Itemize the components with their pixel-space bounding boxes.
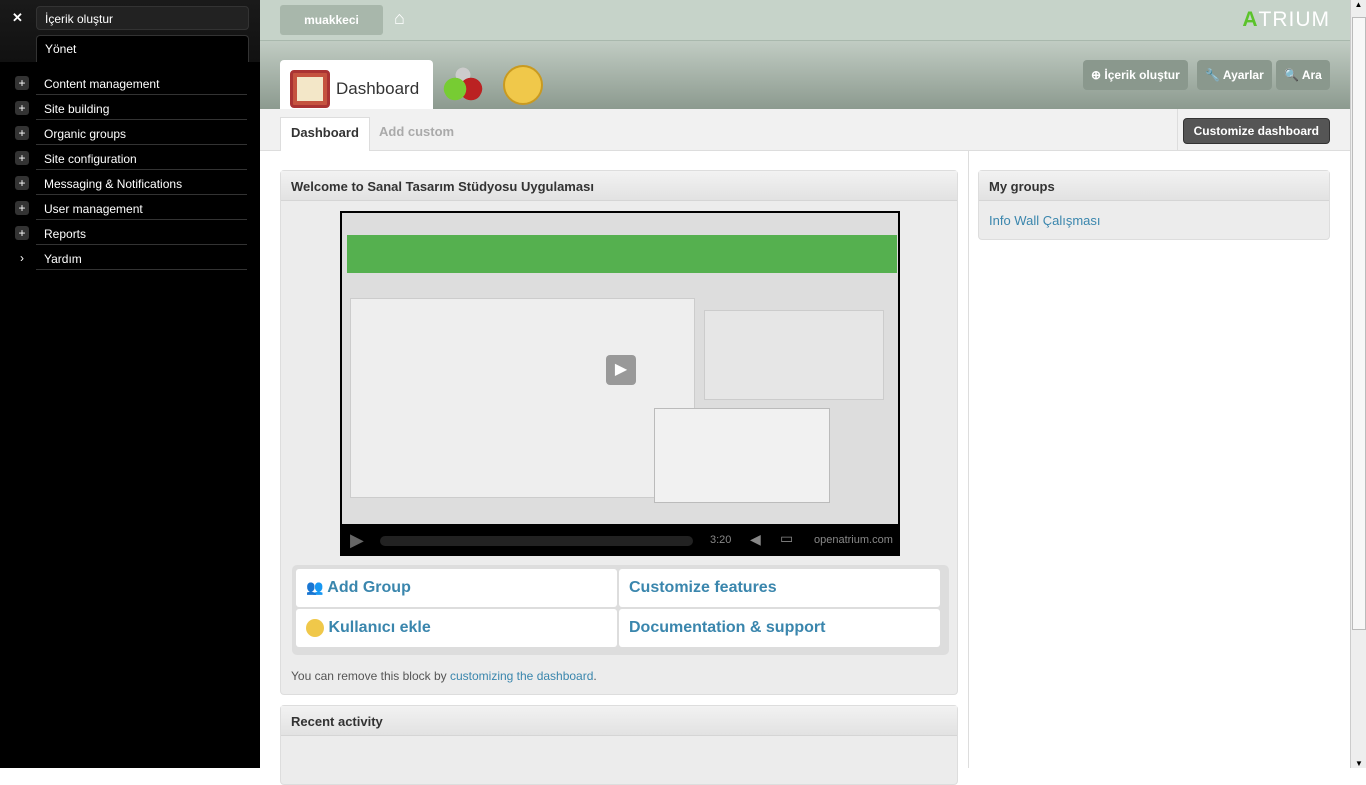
user-menu[interactable]: muakkeci [280,5,383,35]
documentation-link[interactable]: Documentation & support [619,609,940,647]
search-icon: 🔍 [1284,68,1299,82]
remove-note: You can remove this block by customizing… [291,669,597,683]
play-icon[interactable]: ▶ [350,530,364,551]
sidebar-item[interactable]: + Site configuration [15,145,247,170]
sidebar-item-label: Site configuration [44,152,137,166]
sidebar-item-label: Content management [44,77,160,91]
welcome-title: Welcome to Sanal Tasarım Stüdyosu Uygula… [281,171,957,201]
sidebar-item[interactable]: + Organic groups [15,120,247,145]
sidebar-item[interactable]: + Content management [15,70,247,95]
add-user-link[interactable]: Kullanıcı ekle [296,609,617,647]
customize-features-link[interactable]: Customize features [619,569,940,607]
create-content-button[interactable]: İçerik oluştur [36,6,249,30]
welcome-block: Welcome to Sanal Tasarım Stüdyosu Uygula… [280,170,958,695]
plus-icon[interactable]: + [15,76,29,90]
sidebar-item[interactable]: + Site building [15,95,247,120]
tab-dashboard[interactable]: Dashboard [280,60,433,110]
fullscreen-icon[interactable]: ▭ [780,530,793,547]
my-groups-block: My groups Info Wall Çalışması [978,170,1330,240]
sidebar-item-label: Reports [44,227,87,241]
sidebar-item-label: User management [44,202,143,216]
volume-icon[interactable]: ◀ [750,531,761,548]
plus-icon[interactable]: + [15,101,29,115]
customize-link[interactable]: customizing the dashboard [450,669,593,683]
home-icon[interactable]: ⌂ [394,8,405,29]
seek-bar[interactable] [380,536,693,546]
manage-tab[interactable]: Yönet [36,35,249,62]
plus-icon[interactable]: + [15,201,29,215]
my-groups-title: My groups [979,171,1329,201]
subtab-dashboard[interactable]: Dashboard [280,117,370,151]
play-overlay-icon[interactable]: ▶ [606,355,636,385]
customize-dashboard-button[interactable]: Customize dashboard [1182,118,1330,144]
plus-icon[interactable]: + [15,176,29,190]
main: muakkeci ⌂ ATRIUM Dashboard ⊕ İçerik olu… [260,0,1350,785]
plus-icon[interactable]: + [15,151,29,165]
sidebar-item-label: Organic groups [44,127,127,141]
subtab-add-custom[interactable]: Add custom [369,117,464,146]
wrench-icon: 🔧 [1205,68,1220,82]
video-player[interactable]: ▶ ▶ 3:20 ◀ ▭ openatrium.com [340,211,900,556]
search-button[interactable]: 🔍 Ara [1276,60,1330,90]
recent-activity-title: Recent activity [281,706,957,736]
atrium-logo[interactable]: ATRIUM [1242,8,1330,32]
add-group-link[interactable]: 👥 Add Group [296,569,617,607]
sidebar-item[interactable]: › Yardım [20,245,247,270]
sidebar-item-label: Messaging & Notifications [44,177,183,191]
dashboard-icon [290,70,330,108]
plus-icon[interactable]: + [15,126,29,140]
close-icon[interactable]: ✕ [12,10,23,26]
admin-sidebar: ✕ İçerik oluştur Yönet + Content manageme… [0,0,260,768]
user-icon [306,619,324,637]
sidebar-item[interactable]: + Messaging & Notifications [15,170,247,195]
video-brand: openatrium.com [814,534,893,546]
plus-icon[interactable]: + [15,226,29,240]
recent-activity-block: Recent activity [280,705,958,785]
groups-icon[interactable] [443,65,483,105]
sidebar-item-label: Site building [44,102,110,116]
sidebar-item-label: Yardım [44,252,82,266]
settings-button[interactable]: 🔧 Ayarlar [1197,60,1272,90]
user-icon[interactable] [503,65,543,105]
video-time: 3:20 [710,534,732,546]
create-content-action[interactable]: ⊕ İçerik oluştur [1083,60,1188,90]
sidebar-item[interactable]: + Reports [15,220,247,245]
group-link[interactable]: Info Wall Çalışması [979,201,1329,240]
chevron-right-icon[interactable]: › [15,251,29,265]
sidebar-item[interactable]: + User management [15,195,247,220]
scrollbar[interactable]: ▲ ▼ [1350,0,1366,768]
groups-icon: 👥 [306,579,324,595]
